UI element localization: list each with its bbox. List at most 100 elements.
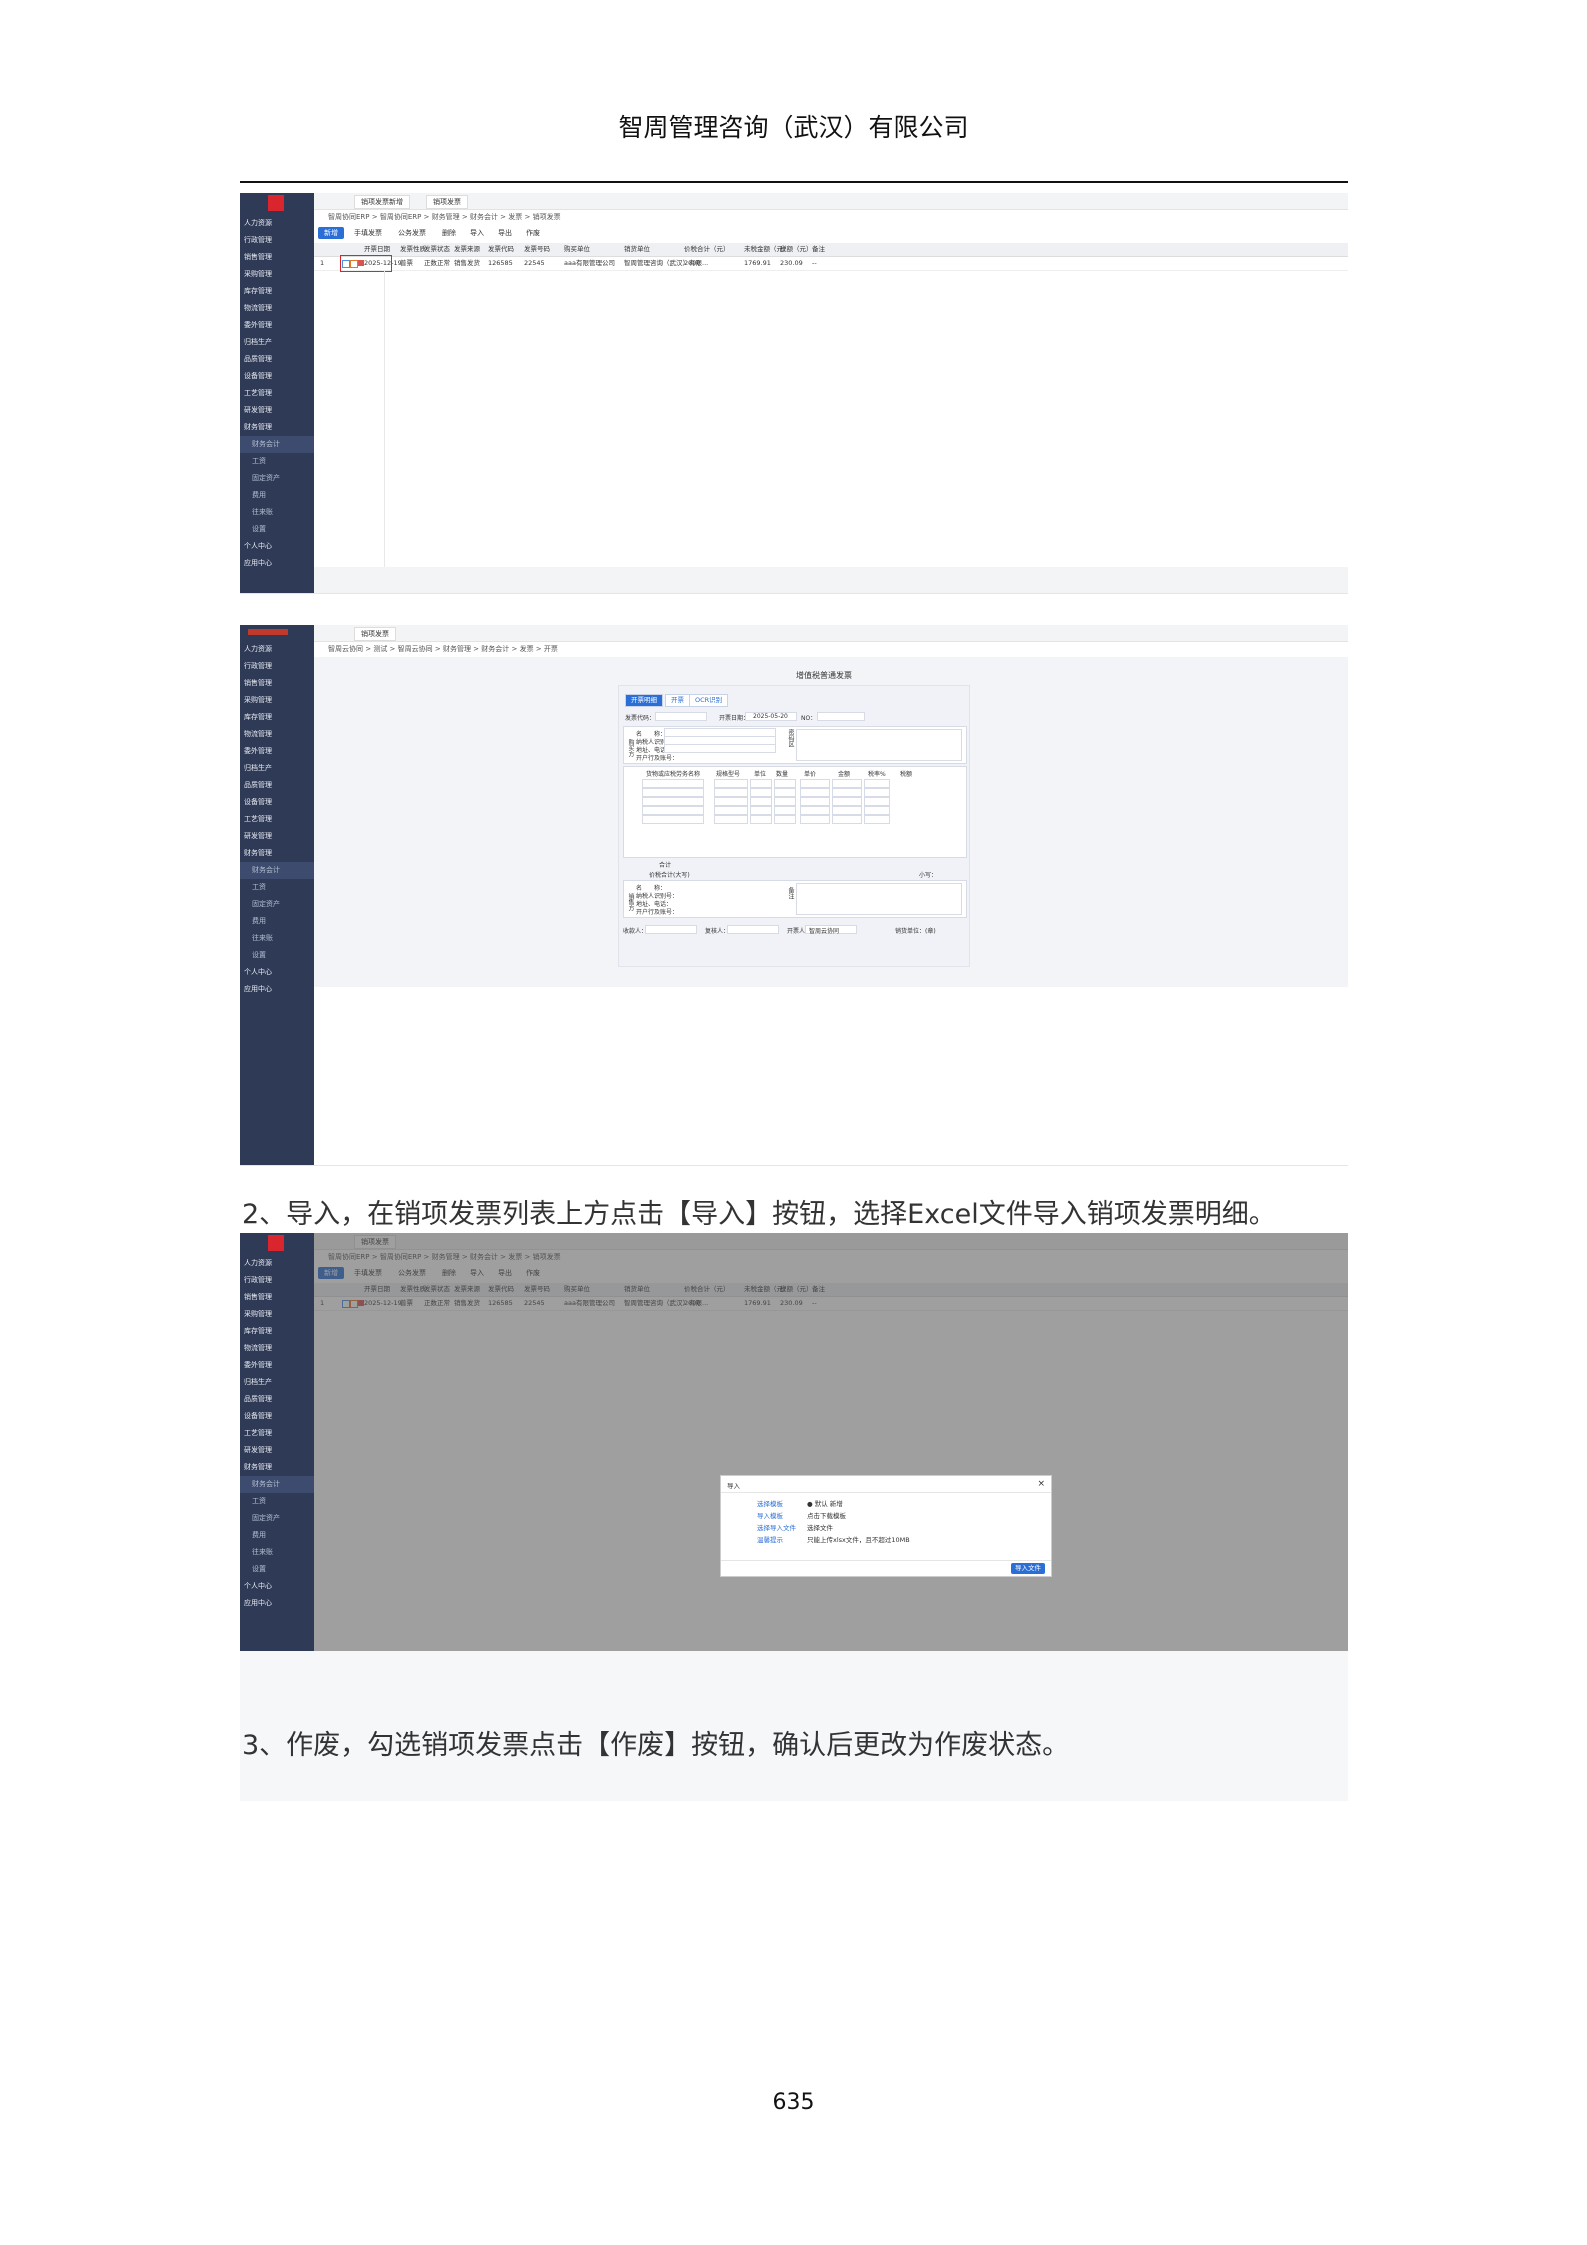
sidebar-item[interactable]: 应用中心 <box>240 1595 314 1612</box>
item-cell-input[interactable] <box>642 797 704 806</box>
item-cell-input[interactable] <box>832 788 862 797</box>
sidebar-subitem[interactable]: 费用 <box>240 487 314 504</box>
sidebar-item[interactable]: 销售管理 <box>240 675 314 692</box>
password-area[interactable] <box>796 729 962 761</box>
tax-rate-select[interactable] <box>864 797 890 806</box>
item-cell-input[interactable] <box>832 806 862 815</box>
sidebar-item[interactable]: 人力资源 <box>240 215 314 232</box>
sidebar-item[interactable]: 品质管理 <box>240 1391 314 1408</box>
item-cell-input[interactable] <box>774 788 796 797</box>
sidebar-subitem[interactable]: 设置 <box>240 521 314 538</box>
sidebar-item[interactable]: 物流管理 <box>240 726 314 743</box>
column-header[interactable]: 备注 <box>812 243 825 256</box>
item-cell-input[interactable] <box>774 797 796 806</box>
remark-area[interactable] <box>796 883 962 915</box>
item-cell-input[interactable] <box>800 815 830 824</box>
item-cell-input[interactable] <box>774 779 796 788</box>
column-header[interactable]: 发票性质 <box>400 243 426 256</box>
sidebar-item[interactable]: 人力资源 <box>240 1255 314 1272</box>
sidebar-item[interactable]: 财务管理 <box>240 1459 314 1476</box>
item-cell-input[interactable] <box>832 779 862 788</box>
tax-rate-select[interactable] <box>864 815 890 824</box>
item-cell-input[interactable] <box>750 779 772 788</box>
sidebar-item[interactable]: 库存管理 <box>240 283 314 300</box>
column-header[interactable]: 发票代码 <box>488 243 514 256</box>
form-tab-issue[interactable]: 开票 <box>665 694 690 707</box>
invoice-code-input[interactable] <box>655 712 707 721</box>
sidebar-item[interactable]: 库存管理 <box>240 709 314 726</box>
sidebar-item[interactable]: 采购管理 <box>240 692 314 709</box>
item-cell-input[interactable] <box>800 788 830 797</box>
sidebar-item[interactable]: 研发管理 <box>240 828 314 845</box>
sidebar-item[interactable]: 品质管理 <box>240 777 314 794</box>
item-cell-input[interactable] <box>642 815 704 824</box>
item-cell-input[interactable] <box>714 779 748 788</box>
sidebar-subitem[interactable]: 工资 <box>240 879 314 896</box>
modal-field-value[interactable]: ● 默认 新增 <box>807 1498 843 1508</box>
sidebar-item[interactable]: 物流管理 <box>240 1340 314 1357</box>
item-cell-input[interactable] <box>832 797 862 806</box>
sidebar-subitem[interactable]: 设置 <box>240 947 314 964</box>
item-cell-input[interactable] <box>800 806 830 815</box>
modal-field-value[interactable]: 只能上传xlsx文件，且不超过10MB <box>807 1534 910 1544</box>
sidebar-item[interactable]: 销售管理 <box>240 1289 314 1306</box>
sidebar-subitem[interactable]: 财务会计 <box>240 1476 314 1493</box>
sidebar-item[interactable]: 工艺管理 <box>240 385 314 402</box>
tax-rate-select[interactable] <box>864 788 890 797</box>
toolbar-button[interactable]: 作废 <box>526 227 540 239</box>
item-cell-input[interactable] <box>714 788 748 797</box>
sidebar-subitem[interactable]: 工资 <box>240 1493 314 1510</box>
tax-rate-select[interactable] <box>864 806 890 815</box>
toolbar-button[interactable]: 删除 <box>442 227 456 239</box>
sidebar-subitem[interactable]: 财务会计 <box>240 862 314 879</box>
column-header[interactable]: 发票来源 <box>454 243 480 256</box>
sidebar-item[interactable]: 设备管理 <box>240 368 314 385</box>
payee-input[interactable] <box>645 925 697 934</box>
column-header[interactable]: 价税合计（元） <box>684 243 730 256</box>
sidebar-item[interactable]: 委外管理 <box>240 1357 314 1374</box>
item-cell-input[interactable] <box>774 806 796 815</box>
toolbar-button[interactable]: 手填发票 <box>354 227 382 239</box>
column-header[interactable]: 购买单位 <box>564 243 590 256</box>
sidebar-item[interactable]: 归档生产 <box>240 760 314 777</box>
form-tab-ocr[interactable]: OCR识别 <box>689 694 729 707</box>
tax-rate-select[interactable] <box>864 779 890 788</box>
sidebar-subitem[interactable]: 设置 <box>240 1561 314 1578</box>
sidebar-item[interactable]: 设备管理 <box>240 794 314 811</box>
invoice-no-input[interactable] <box>817 712 865 721</box>
item-cell-input[interactable] <box>714 797 748 806</box>
sidebar-subitem[interactable]: 往来账 <box>240 504 314 521</box>
tab-invoice[interactable]: 销项发票 <box>426 195 468 209</box>
sidebar-subitem[interactable]: 费用 <box>240 913 314 930</box>
tab-invoice-new[interactable]: 销项发票新增 <box>354 195 410 209</box>
sidebar-item[interactable]: 库存管理 <box>240 1323 314 1340</box>
reviewer-input[interactable] <box>727 925 779 934</box>
sidebar-item[interactable]: 个人中心 <box>240 538 314 555</box>
item-cell-input[interactable] <box>750 797 772 806</box>
item-cell-input[interactable] <box>642 779 704 788</box>
item-cell-input[interactable] <box>642 806 704 815</box>
sidebar-item[interactable]: 工艺管理 <box>240 1425 314 1442</box>
close-icon[interactable]: × <box>1037 1479 1045 1489</box>
item-cell-input[interactable] <box>750 815 772 824</box>
item-cell-input[interactable] <box>642 788 704 797</box>
sidebar-item[interactable]: 销售管理 <box>240 249 314 266</box>
sidebar-item[interactable]: 人力资源 <box>240 641 314 658</box>
sidebar-item[interactable]: 采购管理 <box>240 1306 314 1323</box>
item-cell-input[interactable] <box>714 806 748 815</box>
sidebar-item[interactable]: 采购管理 <box>240 266 314 283</box>
sidebar-item[interactable]: 委外管理 <box>240 743 314 760</box>
sidebar-item[interactable]: 设备管理 <box>240 1408 314 1425</box>
sidebar-subitem[interactable]: 固定资产 <box>240 470 314 487</box>
item-cell-input[interactable] <box>750 806 772 815</box>
toolbar-button[interactable]: 新增 <box>318 227 344 239</box>
sidebar-item[interactable]: 研发管理 <box>240 402 314 419</box>
column-header[interactable]: 税额（元） <box>780 243 813 256</box>
item-cell-input[interactable] <box>714 815 748 824</box>
table-row[interactable]: 12025-12-19普票正数正常销售发货12658522545aaa有限管理公… <box>314 257 1348 271</box>
modal-field-value[interactable]: 点击下载模板 <box>807 1510 846 1520</box>
sidebar-item[interactable]: 品质管理 <box>240 351 314 368</box>
sidebar-item[interactable]: 行政管理 <box>240 1272 314 1289</box>
item-cell-input[interactable] <box>750 788 772 797</box>
sidebar-item[interactable]: 研发管理 <box>240 1442 314 1459</box>
